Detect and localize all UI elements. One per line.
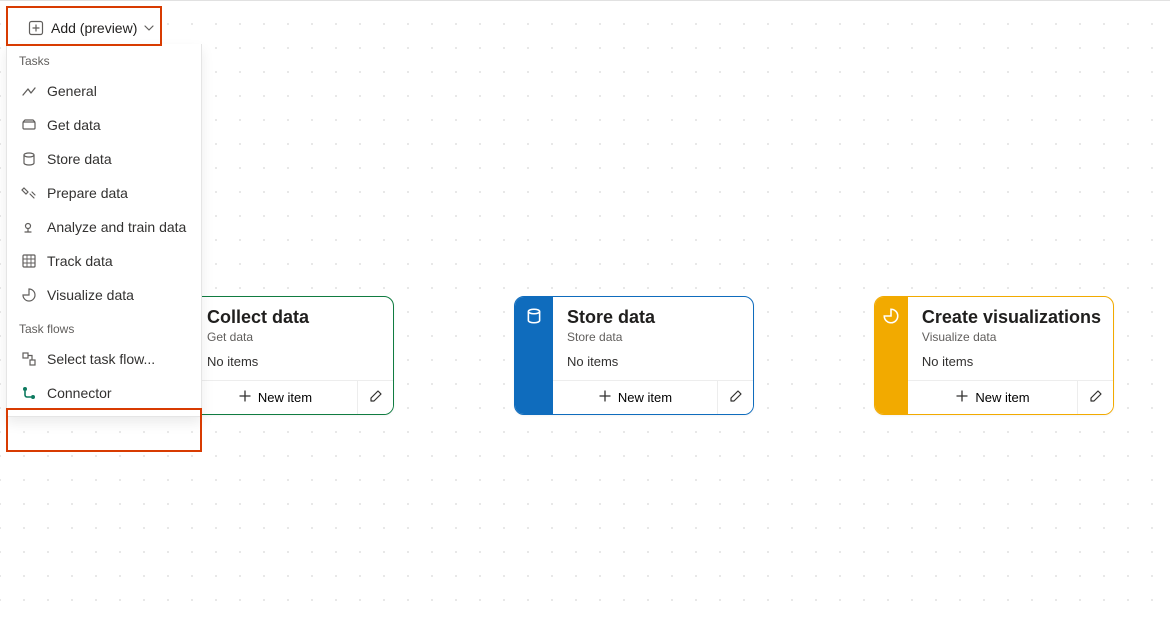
card-subtitle: Get data bbox=[207, 330, 381, 344]
edit-button[interactable] bbox=[1077, 381, 1113, 414]
menu-item-label: Track data bbox=[47, 253, 113, 269]
new-item-button[interactable]: New item bbox=[908, 381, 1077, 414]
menu-item-label: Select task flow... bbox=[47, 351, 155, 367]
menu-item-label: Store data bbox=[47, 151, 112, 167]
menu-item-select-task-flow[interactable]: Select task flow... bbox=[7, 342, 201, 376]
card-title: Collect data bbox=[207, 307, 381, 328]
menu-item-label: Analyze and train data bbox=[47, 219, 186, 235]
card-create-visualizations[interactable]: Create visualizations Visualize data No … bbox=[874, 296, 1114, 415]
database-icon bbox=[525, 307, 543, 330]
track-data-icon bbox=[21, 253, 37, 269]
pie-chart-icon bbox=[882, 307, 900, 330]
card-body: Create visualizations Visualize data No … bbox=[908, 297, 1113, 414]
menu-item-analyze[interactable]: Analyze and train data bbox=[7, 210, 201, 244]
store-data-icon bbox=[21, 151, 37, 167]
visualize-icon bbox=[21, 287, 37, 303]
new-item-label: New item bbox=[975, 390, 1029, 405]
new-item-label: New item bbox=[258, 390, 312, 405]
menu-item-label: Connector bbox=[47, 385, 112, 401]
add-preview-button[interactable]: Add (preview) bbox=[18, 14, 164, 42]
new-item-label: New item bbox=[618, 390, 672, 405]
general-icon bbox=[21, 83, 37, 99]
get-data-icon bbox=[21, 117, 37, 133]
new-item-button[interactable]: New item bbox=[553, 381, 717, 414]
select-flow-icon bbox=[21, 351, 37, 367]
card-store-data[interactable]: Store data Store data No items New item bbox=[514, 296, 754, 415]
card-subtitle: Store data bbox=[567, 330, 741, 344]
add-preview-label: Add (preview) bbox=[51, 20, 137, 36]
menu-item-label: Get data bbox=[47, 117, 101, 133]
chevron-down-icon bbox=[144, 23, 154, 33]
add-dropdown: Tasks General Get data Store data Prepar… bbox=[6, 44, 202, 417]
prepare-data-icon bbox=[21, 185, 37, 201]
edit-button[interactable] bbox=[717, 381, 753, 414]
menu-item-label: General bbox=[47, 83, 97, 99]
card-body: Collect data Get data No items New item bbox=[193, 297, 393, 414]
card-footer: New item bbox=[553, 380, 753, 414]
card-body: Store data Store data No items New item bbox=[553, 297, 753, 414]
menu-item-label: Prepare data bbox=[47, 185, 128, 201]
card-status: No items bbox=[922, 354, 1101, 369]
menu-item-connector[interactable]: Connector bbox=[7, 376, 201, 410]
analyze-icon bbox=[21, 219, 37, 235]
card-footer: New item bbox=[193, 380, 393, 414]
section-label-taskflows: Task flows bbox=[7, 312, 201, 342]
top-border bbox=[0, 0, 1170, 1]
card-stripe bbox=[875, 297, 908, 414]
card-title: Create visualizations bbox=[922, 307, 1101, 328]
card-title: Store data bbox=[567, 307, 741, 328]
menu-item-general[interactable]: General bbox=[7, 74, 201, 108]
pencil-icon bbox=[1089, 389, 1103, 406]
menu-item-visualize[interactable]: Visualize data bbox=[7, 278, 201, 312]
card-subtitle: Visualize data bbox=[922, 330, 1101, 344]
menu-item-prepare-data[interactable]: Prepare data bbox=[7, 176, 201, 210]
plus-icon bbox=[598, 389, 612, 406]
menu-item-track-data[interactable]: Track data bbox=[7, 244, 201, 278]
menu-item-store-data[interactable]: Store data bbox=[7, 142, 201, 176]
connector-icon bbox=[21, 385, 37, 401]
card-footer: New item bbox=[908, 380, 1113, 414]
section-label-tasks: Tasks bbox=[7, 44, 201, 74]
menu-item-label: Visualize data bbox=[47, 287, 134, 303]
plus-icon bbox=[955, 389, 969, 406]
card-status: No items bbox=[567, 354, 741, 369]
pencil-icon bbox=[729, 389, 743, 406]
edit-button[interactable] bbox=[357, 381, 393, 414]
new-item-button[interactable]: New item bbox=[193, 381, 357, 414]
menu-item-get-data[interactable]: Get data bbox=[7, 108, 201, 142]
plus-square-icon bbox=[28, 20, 44, 36]
card-status: No items bbox=[207, 354, 381, 369]
plus-icon bbox=[238, 389, 252, 406]
pencil-icon bbox=[369, 389, 383, 406]
card-stripe bbox=[515, 297, 553, 414]
